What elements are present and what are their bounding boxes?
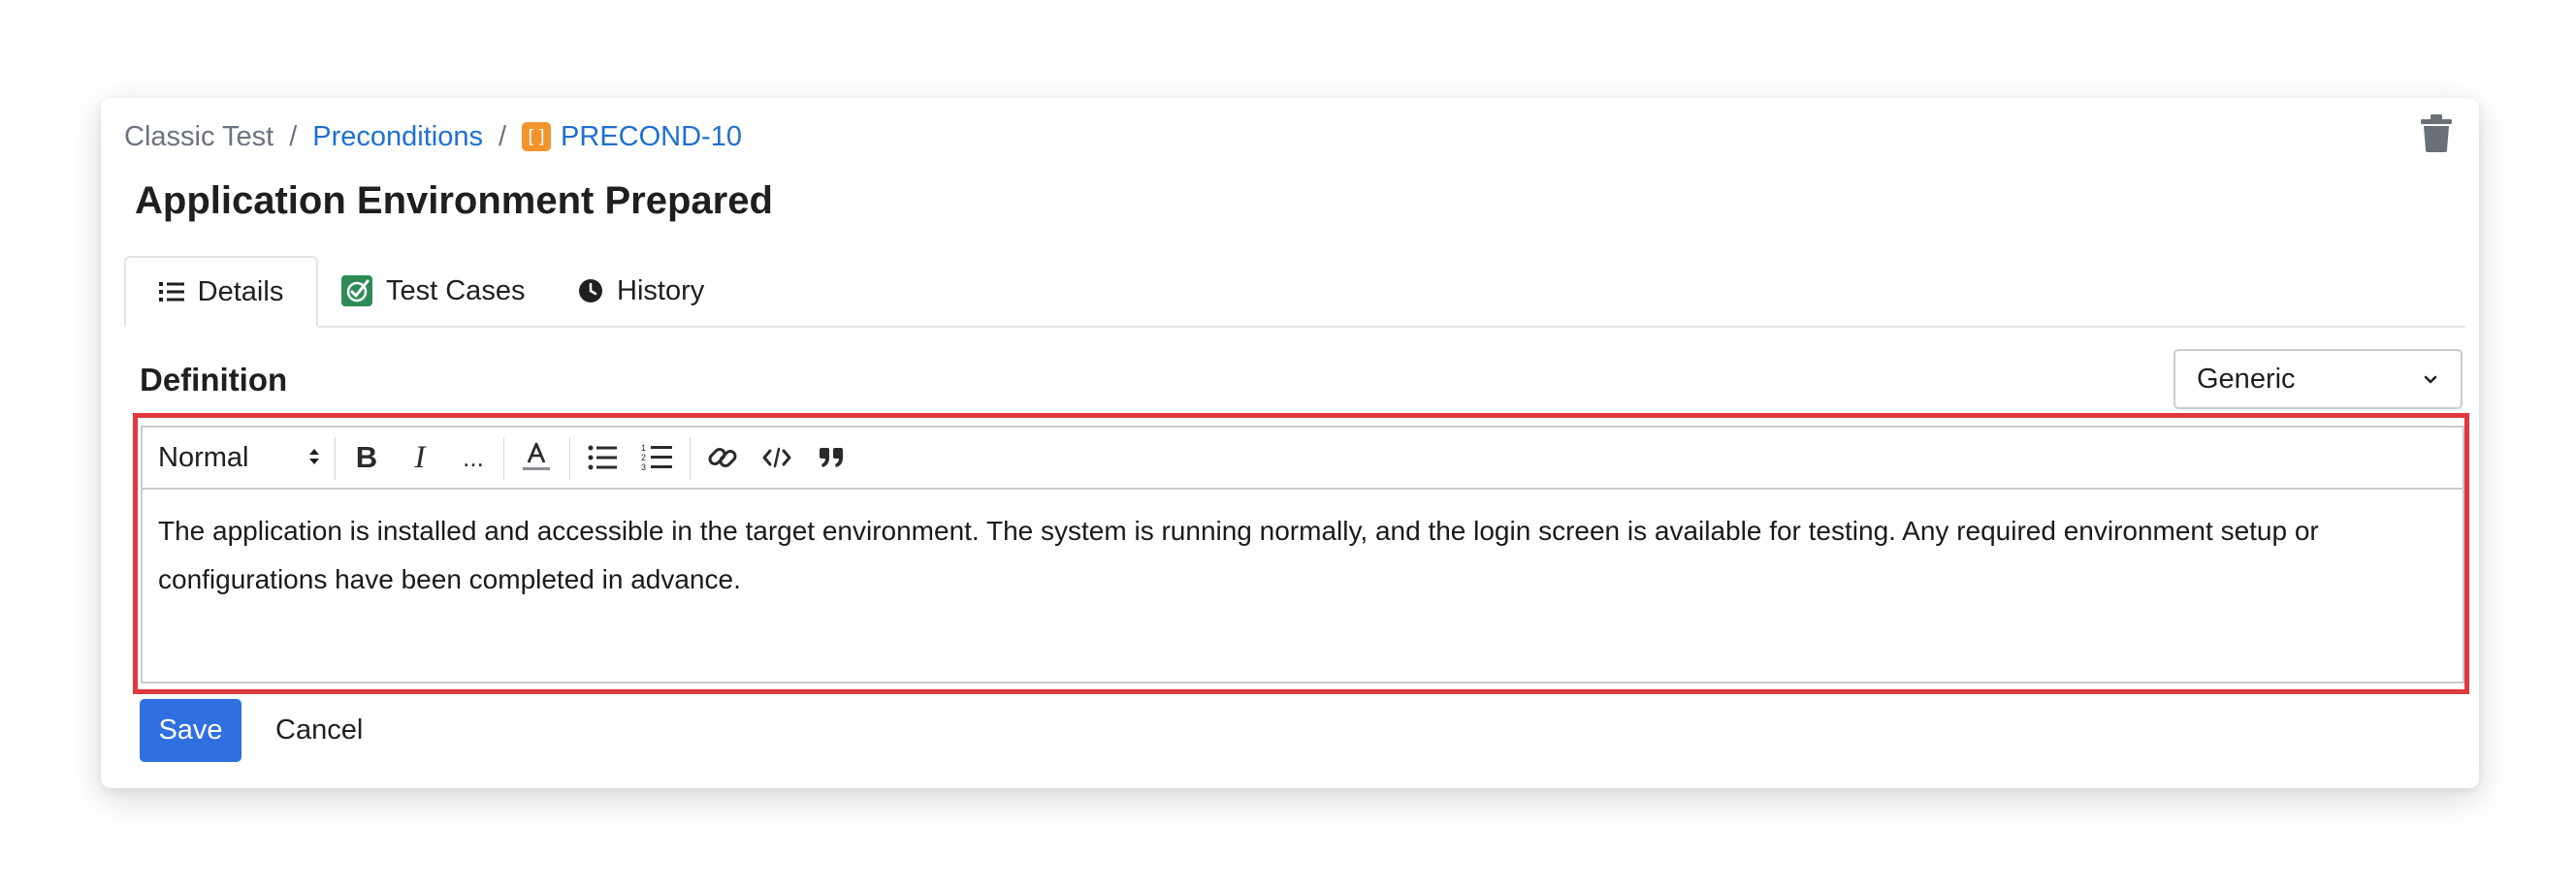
editor-toolbar: Normal B I ... 1 2 3 — [143, 428, 2463, 490]
svg-text:1: 1 — [641, 443, 646, 453]
tab-test-cases[interactable]: Test Cases — [341, 256, 525, 326]
chevron-down-icon — [2424, 375, 2437, 384]
more-formatting-button[interactable]: ... — [449, 428, 498, 488]
precondition-issue-icon: [] — [522, 122, 552, 151]
toolbar-divider — [569, 437, 570, 480]
toolbar-divider — [335, 437, 336, 480]
blockquote-button[interactable] — [804, 428, 858, 488]
rich-text-editor: Normal B I ... 1 2 3 The application is … — [141, 426, 2464, 683]
save-button[interactable]: Save — [140, 699, 242, 762]
check-circle-icon — [341, 275, 372, 306]
text-format-value: Normal — [158, 441, 249, 473]
text-format-select[interactable]: Normal — [158, 428, 321, 488]
breadcrumb-separator: / — [289, 120, 298, 152]
code-icon — [762, 447, 791, 468]
numbered-list-icon: 1 2 3 — [641, 443, 672, 472]
quote-icon — [820, 448, 843, 467]
definition-type-select[interactable]: Generic — [2174, 349, 2463, 409]
sort-updown-icon — [309, 449, 319, 464]
toolbar-divider — [503, 437, 504, 480]
tab-history[interactable]: History — [578, 256, 704, 326]
delete-button[interactable] — [2419, 113, 2454, 152]
trash-icon — [2421, 114, 2452, 152]
list-icon — [158, 282, 184, 302]
cancel-button[interactable]: Cancel — [275, 699, 363, 762]
page-title: Application Environment Prepared — [135, 179, 773, 222]
breadcrumb-separator: / — [498, 120, 507, 152]
definition-heading: Definition — [140, 362, 288, 397]
breadcrumb: Classic Test / Preconditions / [] PRECON… — [124, 117, 742, 156]
bulleted-list-icon — [588, 445, 617, 470]
text-color-button[interactable] — [509, 428, 564, 488]
svg-text:3: 3 — [641, 462, 646, 472]
svg-text:2: 2 — [641, 453, 646, 462]
italic-button[interactable]: I — [397, 428, 443, 488]
definition-text[interactable]: The application is installed and accessi… — [158, 507, 2424, 604]
tab-details[interactable]: Details — [124, 256, 318, 328]
tab-history-label: History — [617, 274, 705, 306]
precondition-card: Classic Test / Preconditions / [] PRECON… — [101, 98, 2479, 788]
breadcrumb-preconditions-link[interactable]: Preconditions — [312, 121, 483, 153]
bold-button[interactable]: B — [342, 428, 391, 488]
text-color-icon — [523, 442, 550, 470]
tab-bar: Details Test Cases History — [124, 256, 2465, 328]
definition-type-value: Generic — [2197, 363, 2296, 395]
numbered-list-button[interactable]: 1 2 3 — [629, 428, 684, 488]
insert-link-button[interactable] — [695, 428, 750, 488]
tab-details-label: Details — [197, 275, 284, 307]
bulleted-list-button[interactable] — [575, 428, 629, 488]
clock-icon — [579, 279, 602, 302]
tab-test-cases-label: Test Cases — [386, 274, 526, 306]
code-button[interactable] — [750, 428, 804, 488]
toolbar-divider — [690, 437, 691, 480]
breadcrumb-project[interactable]: Classic Test — [124, 121, 274, 153]
link-icon — [708, 448, 737, 467]
breadcrumb-issue-key-link[interactable]: PRECOND-10 — [561, 121, 742, 153]
